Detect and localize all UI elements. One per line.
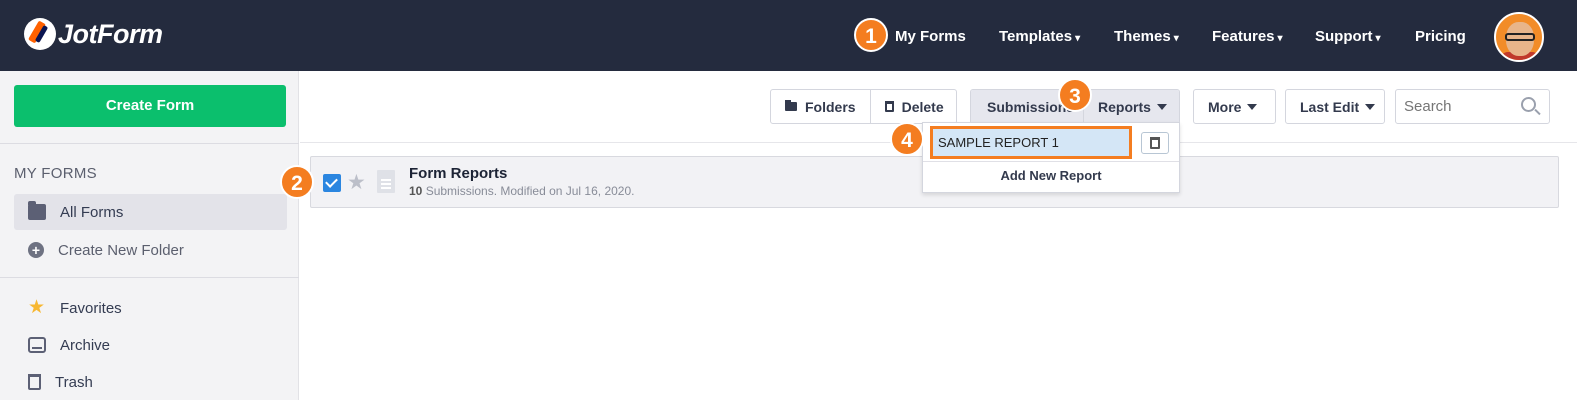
document-icon — [377, 170, 395, 193]
chevron-down-icon: ▾ — [1277, 33, 1283, 44]
top-navbar: JotForm My Forms Templates ▾ Themes ▾ Feat… — [0, 0, 1577, 71]
delete-button[interactable]: Delete — [869, 90, 958, 123]
star-icon: ★ — [28, 297, 46, 318]
report-item-sample[interactable]: SAMPLE REPORT 1 — [930, 126, 1132, 159]
step-badge-2: 2 — [280, 165, 314, 199]
add-new-report-button[interactable]: Add New Report — [923, 168, 1179, 183]
sidebar-item-archive[interactable]: Archive — [14, 327, 287, 363]
more-group: More — [1193, 89, 1276, 124]
reports-dropdown: SAMPLE REPORT 1 Add New Report — [922, 122, 1180, 193]
folder-icon — [785, 100, 797, 111]
folder-delete-group: Folders Delete — [770, 89, 957, 124]
form-title[interactable]: Form Reports — [409, 165, 507, 182]
jotform-logo[interactable]: JotForm — [24, 18, 163, 50]
trash-icon — [884, 101, 894, 112]
divider — [0, 277, 299, 278]
form-meta: 10 Submissions. Modified on Jul 16, 2020… — [409, 184, 635, 198]
nav-features[interactable]: Features ▾ — [1212, 28, 1283, 45]
sidebar: Create Form MY FORMS All Forms + Create … — [0, 71, 299, 400]
nav-templates[interactable]: Templates ▾ — [999, 28, 1080, 45]
create-form-button[interactable]: Create Form — [14, 85, 286, 127]
sidebar-item-favorites[interactable]: ★ Favorites — [14, 290, 287, 326]
reports-button[interactable]: Reports — [1083, 90, 1179, 123]
step-badge-4: 4 — [890, 122, 924, 156]
logo-text: JotForm — [58, 18, 163, 49]
nav-support[interactable]: Support ▾ — [1315, 28, 1381, 45]
plus-circle-icon: + — [28, 242, 44, 258]
trash-icon — [1150, 137, 1160, 149]
sidebar-item-create-new-folder[interactable]: + Create New Folder — [14, 232, 287, 268]
sort-last-edit-button[interactable]: Last Edit — [1286, 90, 1389, 123]
archive-icon — [28, 337, 46, 353]
nav-pricing[interactable]: Pricing — [1415, 28, 1466, 45]
chevron-down-icon: ▾ — [1173, 33, 1179, 44]
nav-themes[interactable]: Themes ▾ — [1114, 28, 1179, 45]
more-button[interactable]: More — [1194, 90, 1271, 123]
chevron-down-icon: ▾ — [1075, 33, 1081, 44]
search-icon[interactable] — [1521, 97, 1536, 112]
step-badge-1: 1 — [854, 18, 888, 52]
folder-icon — [28, 201, 46, 220]
star-icon[interactable]: ★ — [347, 170, 366, 195]
delete-report-button[interactable] — [1141, 132, 1169, 154]
divider — [923, 161, 1179, 162]
caret-down-icon — [1247, 103, 1258, 110]
step-badge-3: 3 — [1058, 78, 1092, 112]
sort-group: Last Edit — [1285, 89, 1385, 124]
folders-button[interactable]: Folders — [771, 90, 870, 123]
sidebar-heading: MY FORMS — [14, 165, 97, 182]
logo-mark-icon — [24, 18, 56, 50]
sidebar-item-trash[interactable]: Trash — [14, 364, 287, 400]
form-checkbox[interactable] — [323, 174, 341, 192]
caret-down-icon — [1156, 103, 1167, 110]
nav-my-forms[interactable]: My Forms — [895, 28, 966, 45]
chevron-down-icon: ▾ — [1375, 33, 1381, 44]
user-avatar[interactable] — [1494, 12, 1544, 62]
trash-icon — [28, 374, 41, 390]
sidebar-item-all-forms[interactable]: All Forms — [14, 194, 287, 230]
divider — [0, 143, 299, 144]
caret-down-icon — [1365, 103, 1376, 110]
